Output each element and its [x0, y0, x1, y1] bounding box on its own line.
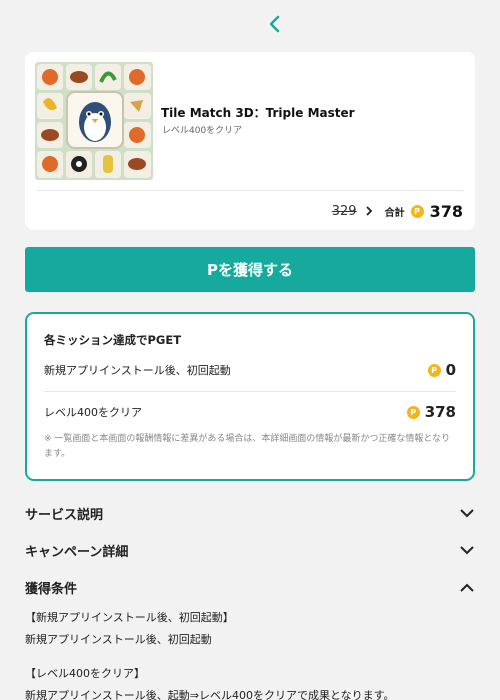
mission-item-value: 0 — [445, 361, 456, 379]
coin-icon: P — [406, 405, 420, 419]
mission-title: 各ミッション達成でPGET — [44, 333, 182, 347]
coin-icon: P — [410, 204, 424, 218]
app-thumbnail — [35, 62, 153, 180]
old-price: 329 — [331, 203, 357, 219]
mission-item-label: 新規アプリインストール後、初回起動 — [44, 364, 231, 377]
mission-box: 各ミッション達成でPGET 新規アプリインストール後、初回起動 P 0 レベル4… — [25, 312, 475, 481]
price-row: 329 合計 P 378 — [332, 200, 463, 222]
mission-item: 新規アプリインストール後、初回起動 P 0 — [44, 358, 456, 382]
get-points-button[interactable]: Pを獲得する — [25, 247, 475, 292]
conditions-text: 新規アプリインストール後、初回起動 — [25, 633, 212, 646]
divider — [37, 190, 463, 191]
conditions-heading: 【レベル400をクリア】 — [25, 667, 145, 680]
divider — [44, 391, 456, 392]
app-title: Tile Match 3D：Triple Master — [161, 106, 355, 120]
section-campaign[interactable]: キャンペーン詳細 — [25, 537, 475, 563]
conditions-text: 新規アプリインストール後、起動⇒レベル400をクリアで成果となります。 — [25, 689, 395, 700]
chevron-right-icon — [363, 205, 375, 217]
section-title: キャンペーン詳細 — [25, 544, 129, 560]
chevron-up-icon — [459, 579, 475, 595]
section-title: 獲得条件 — [25, 581, 78, 597]
total-label: 合計 — [384, 207, 405, 219]
mission-note: ※ 一覧画面と本画面の報酬情報に差異がある場合は、本詳細画面の情報が最新かつ正確… — [44, 434, 451, 459]
app-card: Tile Match 3D：Triple Master レベル400をクリア 3… — [25, 52, 475, 230]
mission-item: レベル400をクリア P 378 — [44, 400, 456, 424]
section-title: サービス説明 — [25, 507, 104, 523]
mission-item-label: レベル400をクリア — [44, 406, 142, 419]
total-value: 378 — [429, 201, 463, 221]
mission-item-value: 378 — [424, 403, 456, 421]
section-conditions[interactable]: 獲得条件 — [25, 574, 475, 600]
section-service[interactable]: サービス説明 — [25, 500, 475, 526]
back-chevron-icon[interactable] — [263, 12, 285, 36]
conditions-heading: 【新規アプリインストール後、初回起動】 — [25, 611, 234, 624]
coin-icon: P — [427, 363, 441, 377]
chevron-down-icon — [459, 542, 475, 558]
app-subtitle: レベル400をクリア — [162, 126, 243, 136]
chevron-down-icon — [459, 505, 475, 521]
